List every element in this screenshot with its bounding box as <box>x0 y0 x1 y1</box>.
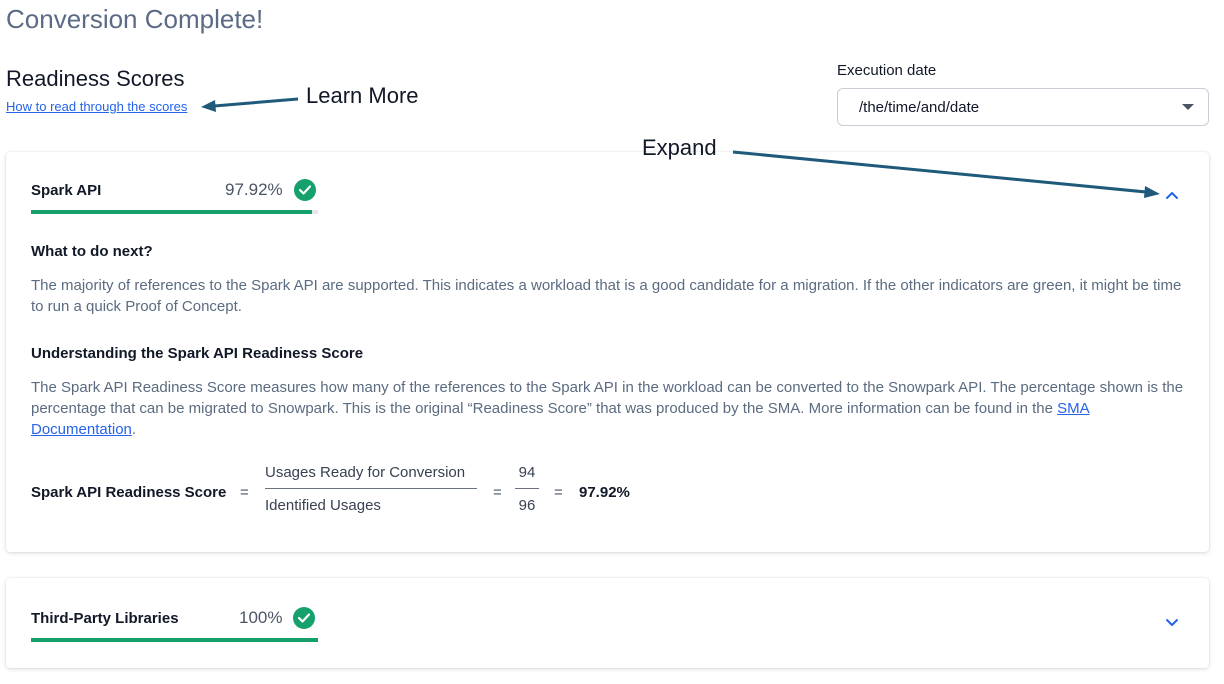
how-to-read-scores-link[interactable]: How to read through the scores <box>6 99 187 114</box>
dropdown-caret-icon <box>1182 104 1194 110</box>
spark-api-score-header[interactable]: Spark API 97.92% <box>31 179 318 216</box>
formula-label: Spark API Readiness Score <box>31 484 227 501</box>
third-party-percent: 100% <box>239 608 283 627</box>
formula-result: 97.92% <box>579 484 630 501</box>
execution-date-select[interactable]: /the/time/and/date <box>837 88 1209 126</box>
formula-denominator-value: 96 <box>518 497 536 514</box>
chevron-up-icon[interactable] <box>1164 187 1180 203</box>
fraction-line <box>265 488 477 489</box>
third-party-progress-track <box>31 638 318 642</box>
third-party-score-header[interactable]: Third-Party Libraries 100% <box>31 607 318 644</box>
chevron-down-icon[interactable] <box>1164 615 1180 631</box>
formula-numerator-value: 94 <box>518 464 536 481</box>
what-to-do-next-heading: What to do next? <box>31 243 153 260</box>
readiness-formula: Spark API Readiness Score = Usages Ready… <box>31 462 731 522</box>
third-party-progress-fill <box>31 638 318 642</box>
execution-date-label: Execution date <box>837 62 937 79</box>
fraction-line <box>515 488 539 489</box>
spark-api-progress-fill <box>31 210 313 214</box>
formula-equals-1: = <box>240 484 249 501</box>
formula-equals-3: = <box>554 484 563 501</box>
page-title: Conversion Complete! <box>6 4 264 34</box>
expand-annotation: Expand <box>642 135 717 160</box>
check-circle-icon <box>294 179 316 201</box>
understanding-heading: Understanding the Spark API Readiness Sc… <box>31 345 364 362</box>
formula-value-fraction: 94 96 <box>515 462 539 517</box>
spark-api-name: Spark API <box>31 182 102 199</box>
formula-numerator-label: Usages Ready for Conversion <box>265 464 466 481</box>
third-party-name: Third-Party Libraries <box>31 610 179 627</box>
readiness-scores-title: Readiness Scores <box>6 66 185 91</box>
understanding-text: The Spark API Readiness Score measures h… <box>31 377 1191 440</box>
spark-api-percent: 97.92% <box>225 180 283 199</box>
what-to-do-next-text: The majority of references to the Spark … <box>31 277 1182 315</box>
formula-equals-2: = <box>493 484 502 501</box>
understanding-text-after: . <box>131 421 137 438</box>
spark-api-card: Spark API 97.92% What to do next? The ma… <box>6 152 1209 552</box>
spark-api-progress-track <box>31 210 318 214</box>
execution-date-value: /the/time/and/date <box>859 98 980 116</box>
understanding-text-before: The Spark API Readiness Score measures h… <box>31 379 1184 417</box>
learn-more-arrow <box>201 97 299 112</box>
third-party-libraries-card: Third-Party Libraries 100% <box>6 578 1209 668</box>
learn-more-annotation: Learn More <box>306 83 419 108</box>
formula-denominator-label: Identified Usages <box>265 497 381 514</box>
formula-label-fraction: Usages Ready for Conversion Identified U… <box>265 462 477 517</box>
check-circle-icon <box>293 607 315 629</box>
